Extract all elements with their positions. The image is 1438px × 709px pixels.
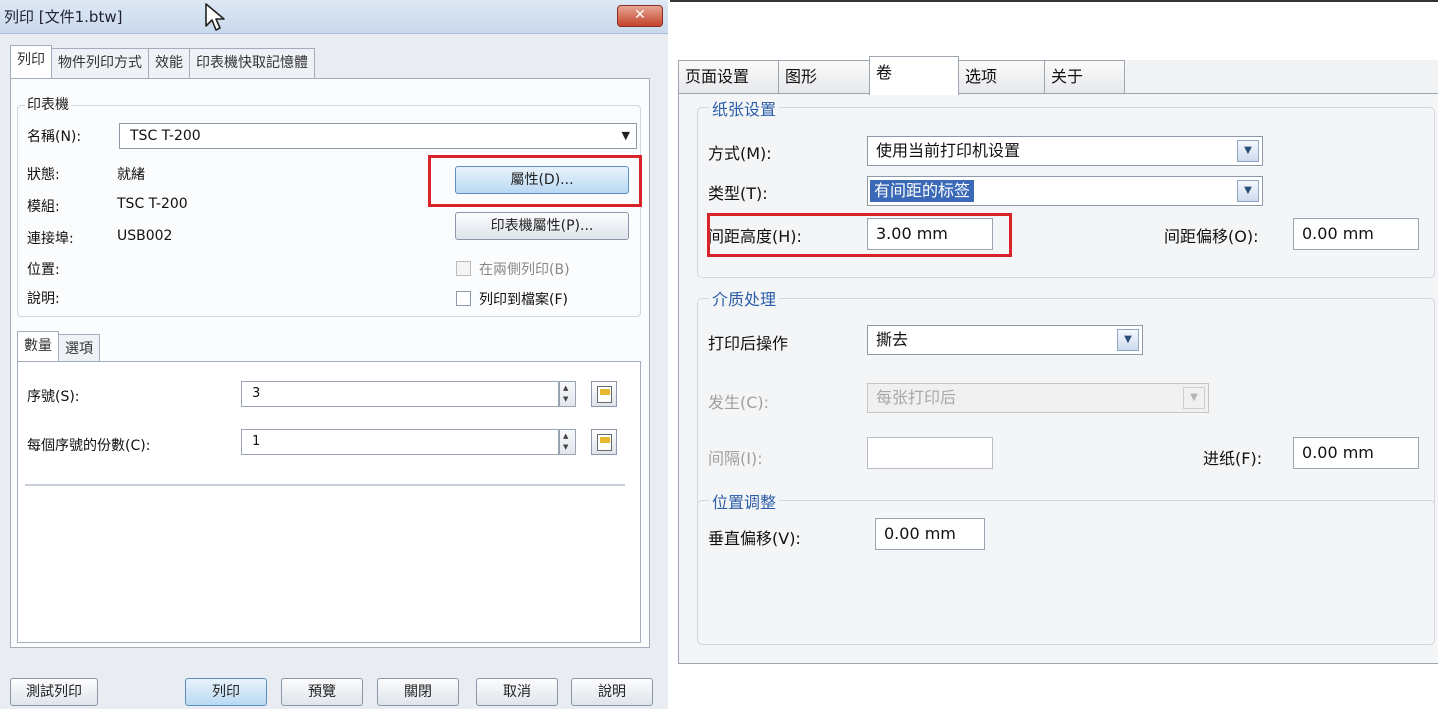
tab-printer-cache[interactable]: 印表機快取記憶體 — [189, 48, 315, 78]
quantity-tabs: 數量 選項 — [17, 331, 100, 361]
printer-properties-button[interactable]: 印表機屬性(P)... — [455, 212, 629, 240]
tab-about[interactable]: 关于 — [1044, 60, 1125, 94]
tab-page-setup[interactable]: 页面设置 — [678, 60, 779, 94]
preview-button[interactable]: 預覽 — [281, 678, 363, 706]
copies-spin-icon[interactable]: ▲ ▼ — [559, 429, 576, 455]
position-group — [697, 500, 1435, 645]
top-border-line — [670, 0, 1438, 2]
duplex-checkbox[interactable] — [456, 261, 471, 276]
occur-value: 每张打印后 — [876, 388, 957, 407]
vertical-offset-label: 垂直偏移(V): — [708, 529, 801, 548]
roll-tab-panel: 纸张设置 方式(M): 使用当前打印机设置 ▼ 类型(T): 有间距的标签 ▼ … — [678, 93, 1438, 664]
tab-quantity[interactable]: 數量 — [17, 331, 59, 361]
interval-label: 间隔(I): — [708, 449, 763, 468]
tab-graphics[interactable]: 图形 — [778, 60, 870, 94]
cancel-button[interactable]: 取消 — [476, 678, 558, 706]
name-label: 名稱(N): — [27, 129, 82, 145]
printer-name-select[interactable]: TSC T-200 ▼ — [119, 123, 637, 149]
printer-name-value: TSC T-200 — [130, 128, 201, 144]
feed-label: 进纸(F): — [1203, 449, 1263, 468]
type-value: 有间距的标签 — [870, 180, 975, 202]
method-value: 使用当前打印机设置 — [876, 141, 1021, 160]
separator — [25, 484, 625, 486]
status-label: 狀態: — [27, 167, 60, 183]
comment-label: 說明: — [27, 291, 60, 307]
main-tabs: 列印 物件列印方式 效能 印表機快取記憶體 — [10, 45, 315, 81]
close-icon[interactable]: ✕ — [617, 5, 663, 27]
tab-options[interactable]: 選項 — [58, 334, 100, 361]
dialog-title: 列印 [文件1.btw] — [4, 8, 123, 26]
after-print-value: 撕去 — [876, 330, 909, 349]
dropdown-arrow-icon: ▼ — [1183, 387, 1205, 409]
media-handling-label: 介质处理 — [709, 286, 780, 310]
highlight-box — [707, 213, 1012, 257]
copies-label: 每個序號的份數(C): — [27, 438, 151, 454]
feed-input[interactable]: 0.00 mm — [1293, 437, 1419, 469]
occur-select[interactable]: 每张打印后 ▼ — [867, 383, 1209, 413]
dropdown-arrow-icon: ▼ — [621, 129, 630, 142]
location-label: 位置: — [27, 262, 60, 278]
dropdown-arrow-icon[interactable]: ▼ — [1237, 140, 1259, 162]
status-value: 就緒 — [117, 167, 145, 183]
print-dialog: 列印 [文件1.btw] ✕ 列印 物件列印方式 效能 印表機快取記憶體 印表機… — [0, 0, 668, 709]
cursor-icon — [205, 3, 225, 31]
gap-offset-input[interactable]: 0.00 mm — [1293, 218, 1419, 250]
serial-input[interactable]: 3 — [241, 381, 559, 407]
highlight-box — [428, 155, 642, 207]
type-select[interactable]: 有间距的标签 ▼ — [867, 176, 1263, 206]
interval-input[interactable] — [867, 437, 993, 469]
occur-label: 发生(C): — [708, 393, 770, 412]
tab-print[interactable]: 列印 — [10, 45, 52, 78]
gap-offset-label: 间距偏移(O): — [1164, 227, 1259, 246]
model-label: 模組: — [27, 199, 60, 215]
position-label: 位置调整 — [709, 489, 780, 513]
print-to-file-label: 列印到檔案(F) — [479, 292, 568, 308]
port-label: 連接埠: — [27, 231, 74, 247]
print-button[interactable]: 列印 — [185, 678, 267, 706]
method-label: 方式(M): — [708, 144, 772, 163]
model-value: TSC T-200 — [117, 196, 188, 212]
tab-object-print-mode[interactable]: 物件列印方式 — [51, 48, 149, 78]
after-print-label: 打印后操作 — [708, 334, 789, 353]
port-value: USB002 — [117, 228, 173, 244]
tab-roll[interactable]: 卷 — [869, 56, 959, 95]
copies-input[interactable]: 1 — [241, 429, 559, 455]
printer-group-label: 印表機 — [25, 94, 71, 114]
serial-spin-icon[interactable]: ▲ ▼ — [559, 381, 576, 407]
duplex-label: 在兩側列印(B) — [479, 262, 570, 278]
title-bar: 列印 [文件1.btw] ✕ — [0, 0, 668, 34]
tab-options[interactable]: 选项 — [958, 60, 1045, 94]
method-select[interactable]: 使用当前打印机设置 ▼ — [867, 136, 1263, 166]
paper-settings-label: 纸张设置 — [709, 96, 780, 120]
vertical-offset-input[interactable]: 0.00 mm — [875, 518, 985, 550]
help-button[interactable]: 說明 — [571, 678, 653, 706]
serial-label: 序號(S): — [27, 389, 80, 405]
dropdown-arrow-icon[interactable]: ▼ — [1117, 329, 1139, 351]
copies-document-icon[interactable] — [591, 429, 617, 455]
label-setup-dialog: 页面设置 图形 卷 选项 关于 纸张设置 方式(M): 使用当前打印机设置 ▼ … — [678, 56, 1438, 664]
type-label: 类型(T): — [708, 184, 768, 203]
print-tab-panel: 印表機 名稱(N): TSC T-200 ▼ 狀態: 就緒 模組: TSC T-… — [10, 78, 650, 648]
dropdown-arrow-icon[interactable]: ▼ — [1237, 180, 1259, 202]
after-print-select[interactable]: 撕去 ▼ — [867, 325, 1143, 355]
print-to-file-checkbox[interactable] — [456, 291, 471, 306]
close-button[interactable]: 關閉 — [377, 678, 459, 706]
test-print-button[interactable]: 測試列印 — [10, 678, 98, 706]
serial-document-icon[interactable] — [591, 381, 617, 407]
tab-performance[interactable]: 效能 — [148, 48, 190, 78]
